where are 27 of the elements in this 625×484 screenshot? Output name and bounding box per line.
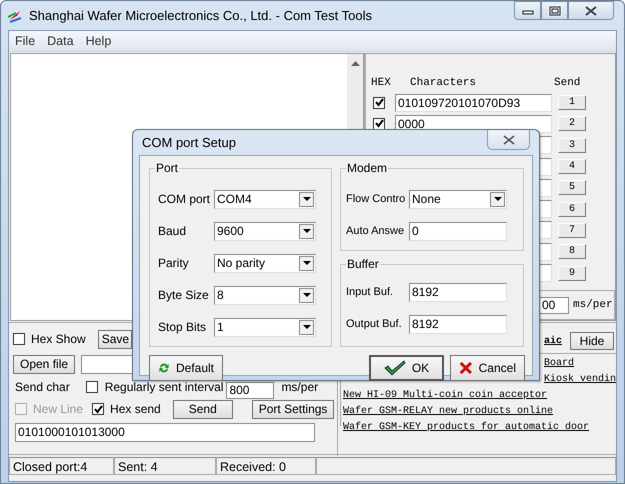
column-header: Characters [410,77,476,89]
column-header: HEX [371,77,391,89]
group-label: Modem [346,161,388,175]
field-label: Byte Size [158,288,210,302]
column-header: Send [554,77,580,89]
field-label: Baud [158,224,188,238]
field-label: Flow Contro [346,193,406,205]
field-label: Stop Bits [158,320,208,334]
interval-unit: ms/per [573,299,613,311]
group-label: Buffer [346,257,380,271]
field-label: Output Buf. [346,318,403,330]
field-label: COM port [158,192,212,206]
group-label: Port [155,161,180,175]
dialog-title: COM port Setup [142,135,236,150]
field-label: Parity [158,256,190,270]
field-label: Input Buf. [346,286,394,298]
window-title: Shanghai Wafer Microelectronics Co., Ltd. - Com Test Tools [29,8,372,23]
checkbox-label: Regularly sent interval [104,380,224,394]
field-label: Auto Answe [346,225,406,237]
status-text: Closed port:4 [9,457,114,475]
checkbox-label: Hex Show [31,332,86,346]
status-text: Sent: 4 [114,457,216,475]
send-char-label: Send char [15,380,70,394]
checkbox-label: Hex send [110,402,161,416]
interval-unit: ms/per [281,380,318,394]
checkbox-label: New Line [33,402,84,416]
status-text: Received: 0 [216,457,316,475]
